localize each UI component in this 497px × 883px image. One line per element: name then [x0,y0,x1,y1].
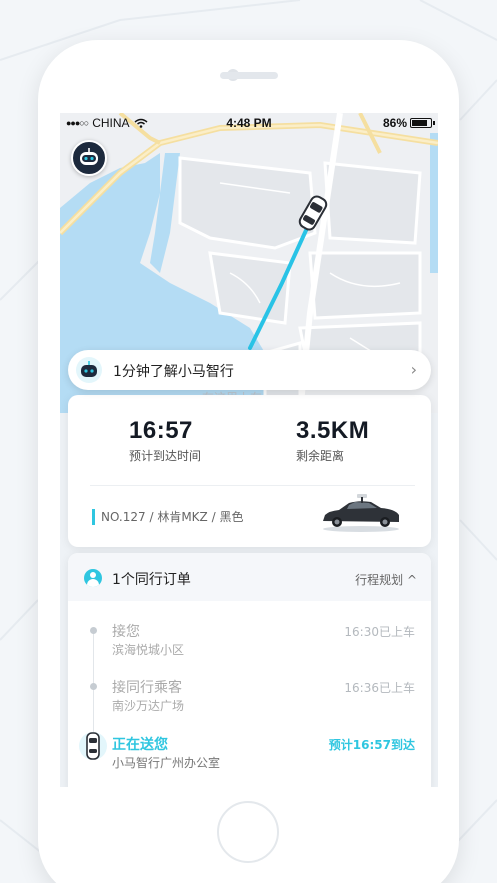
distance-label: 剩余距离 [296,449,345,463]
stop-title: 接同行乘客 [112,680,182,696]
timeline-dot [90,683,97,690]
trip-plan-toggle[interactable]: 行程规划 ^ [355,571,417,588]
eta-label: 预计到达时间 [129,449,202,463]
orders-header: 1个同行订单 行程规划 ^ [68,553,431,601]
battery-icon [410,118,435,128]
robot-avatar-button[interactable] [71,140,107,176]
app-screen: ●●●○○ CHINA 4:48 PM 86% 1分钟了解小马智行 › 在这里上… [60,113,438,787]
battery-percentage: 86% [382,116,407,130]
distance-metric: 3.5KM 剩余距离 [296,417,369,464]
stop-place: 滨海悦城小区 [112,643,185,657]
vehicle-info: NO.127 / 林肯MKZ / 黑色 [92,509,243,525]
orders-title: 1个同行订单 [112,572,191,588]
car-top-icon [79,732,107,760]
chevron-right-icon: › [410,360,417,379]
stop-place: 南沙万达广场 [112,699,185,713]
intro-banner-text: 1分钟了解小马智行 [113,364,234,380]
trip-plan-label: 行程规划 [355,573,404,587]
eta-metric: 16:57 预计到达时间 [129,417,201,464]
stop-time: 预计16:57到达 [328,738,415,752]
shared-orders-panel: 1个同行订单 行程规划 ^ 接您 滨海悦城小区 16:30已上车 接同行乘客 南… [68,553,431,787]
user-icon [84,569,102,587]
robot-icon [76,357,102,383]
battery-level-fill [412,120,428,126]
trip-status-card: 16:57 预计到达时间 3.5KM 剩余距离 NO.127 / 林肯MKZ /… [68,395,431,547]
stop-place: 小马智行广州办公室 [112,756,221,770]
stop-time: 16:30已上车 [344,625,415,639]
stop-title: 接您 [112,624,140,640]
stop-title: 正在送您 [112,737,168,753]
robot-icon [80,148,98,165]
eta-value: 16:57 [129,417,193,444]
distance-value: 3.5KM [296,417,370,444]
status-time: 4:48 PM [226,116,272,130]
intro-banner[interactable]: 1分钟了解小马智行 › [68,350,431,390]
home-button[interactable] [217,801,279,863]
car-image [323,494,399,532]
earpiece-speaker [220,72,278,79]
timeline-dot [90,627,97,634]
stop-time: 16:36已上车 [344,681,415,695]
chevron-up-icon: ^ [406,573,417,587]
card-divider [90,485,415,486]
status-bar: ●●●○○ CHINA 4:48 PM 86% [60,113,438,133]
